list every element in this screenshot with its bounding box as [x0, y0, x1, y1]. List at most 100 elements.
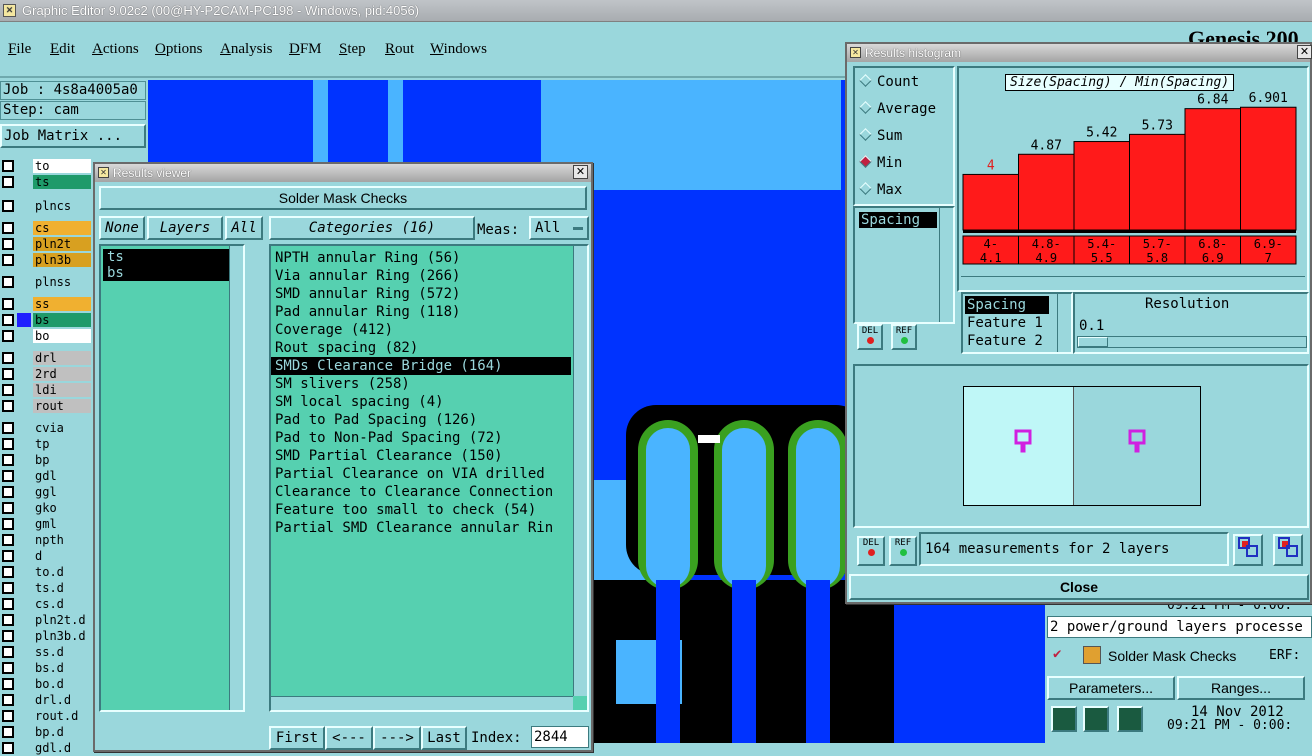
mode-radio-count[interactable]: Count: [859, 74, 919, 90]
field-listbox[interactable]: Spacing Feature 1 Feature 2: [961, 292, 1073, 354]
layer-checkbox[interactable]: [2, 550, 14, 562]
measure-item[interactable]: Spacing: [859, 212, 937, 228]
category-item[interactable]: Partial SMD Clearance annular Rin: [271, 519, 571, 537]
layer-checkbox[interactable]: [2, 534, 14, 546]
category-item[interactable]: Coverage (412): [271, 321, 571, 339]
first-button[interactable]: First: [269, 726, 325, 750]
menu-step[interactable]: Step: [339, 41, 366, 58]
layer-color-swatch[interactable]: [17, 367, 31, 381]
layer-row-bs[interactable]: bs: [0, 312, 92, 328]
field-item[interactable]: Spacing: [965, 296, 1049, 314]
layer-row-gml[interactable]: gml: [0, 516, 92, 532]
layer-checkbox[interactable]: [2, 238, 14, 250]
category-item[interactable]: SMDs Clearance Bridge (164): [271, 357, 571, 375]
field-scrollbar[interactable]: [1057, 294, 1071, 352]
layers-all-button[interactable]: All: [225, 216, 263, 240]
layer-color-swatch[interactable]: [17, 725, 31, 739]
layer-checkbox[interactable]: [2, 710, 14, 722]
layer-color-swatch[interactable]: [17, 533, 31, 547]
field-item[interactable]: Feature 2: [965, 332, 1069, 350]
layer-color-swatch[interactable]: [17, 597, 31, 611]
layer-row-bs-d[interactable]: bs.d: [0, 660, 92, 676]
del-button-2[interactable]: DEL: [857, 536, 885, 566]
layer-row-bp-d[interactable]: bp.d: [0, 724, 92, 740]
menu-actions[interactable]: Actions: [92, 41, 139, 58]
layer-color-swatch[interactable]: [17, 313, 31, 327]
close-icon[interactable]: ✕: [1297, 45, 1312, 59]
layer-checkbox[interactable]: [2, 222, 14, 234]
close-icon[interactable]: ✕: [573, 165, 588, 179]
mode-radio-sum[interactable]: Sum: [859, 128, 902, 144]
menu-analysis[interactable]: Analysis: [220, 41, 273, 58]
layer-checkbox[interactable]: [2, 598, 14, 610]
layer-color-swatch[interactable]: [17, 329, 31, 343]
layer-checkbox[interactable]: [2, 662, 14, 674]
layer-color-swatch[interactable]: [17, 159, 31, 173]
close-button[interactable]: Close: [849, 574, 1309, 600]
layer-checkbox[interactable]: [2, 486, 14, 498]
menu-file[interactable]: File: [8, 41, 31, 58]
category-item[interactable]: NPTH annular Ring (56): [271, 249, 571, 267]
layer-checkbox[interactable]: [2, 566, 14, 578]
layer-color-swatch[interactable]: [17, 661, 31, 675]
layer-checkbox[interactable]: [2, 454, 14, 466]
layer-row-2rd[interactable]: 2rd: [0, 366, 92, 382]
layer-row-drl-d[interactable]: drl.d: [0, 692, 92, 708]
check-icon[interactable]: ✔: [1053, 646, 1061, 662]
resolution-slider[interactable]: [1077, 336, 1307, 348]
last-button[interactable]: Last: [421, 726, 467, 750]
ranges-button[interactable]: Ranges...: [1177, 676, 1305, 700]
layer-checkbox[interactable]: [2, 200, 14, 212]
layer-checkbox[interactable]: [2, 438, 14, 450]
layer-color-swatch[interactable]: [17, 485, 31, 499]
layer-color-swatch[interactable]: [17, 175, 31, 189]
zoom-next-icon[interactable]: [1273, 534, 1303, 566]
category-item[interactable]: SMD Partial Clearance (150): [271, 447, 571, 465]
layer-checkbox[interactable]: [2, 384, 14, 396]
layer-checkbox[interactable]: [2, 176, 14, 188]
menu-rout[interactable]: Rout: [385, 41, 414, 58]
category-item[interactable]: Via annular Ring (266): [271, 267, 571, 285]
histogram-bar[interactable]: [1240, 106, 1297, 231]
parameters-button[interactable]: Parameters...: [1047, 676, 1175, 700]
layer-color-swatch[interactable]: [17, 275, 31, 289]
layer-row-ss[interactable]: ss: [0, 296, 92, 312]
layer-checkbox[interactable]: [2, 400, 14, 412]
layer-row-rout[interactable]: rout: [0, 398, 92, 414]
layer-color-swatch[interactable]: [17, 613, 31, 627]
layer-row-gdl[interactable]: gdl: [0, 468, 92, 484]
layer-checkbox[interactable]: [2, 160, 14, 172]
index-input[interactable]: 2844: [531, 726, 589, 748]
layer-row-cs-d[interactable]: cs.d: [0, 596, 92, 612]
layer-row-gko[interactable]: gko: [0, 500, 92, 516]
layer-checkbox[interactable]: [2, 726, 14, 738]
run-icon[interactable]: [1051, 706, 1077, 732]
histogram-bar[interactable]: [1129, 133, 1186, 231]
category-item[interactable]: Rout spacing (82): [271, 339, 571, 357]
layers-none-button[interactable]: None: [99, 216, 145, 240]
layer-row-to-d[interactable]: to.d: [0, 564, 92, 580]
layer-list-item[interactable]: bs: [103, 265, 241, 281]
layer-color-swatch[interactable]: [17, 693, 31, 707]
next-button[interactable]: --->: [373, 726, 421, 750]
layer-color-swatch[interactable]: [17, 581, 31, 595]
layer-row-bp[interactable]: bp: [0, 452, 92, 468]
layer-row-plnss[interactable]: plnss: [0, 274, 92, 290]
layer-checkbox[interactable]: [2, 678, 14, 690]
layer-color-swatch[interactable]: [17, 421, 31, 435]
layer-color-swatch[interactable]: [17, 399, 31, 413]
layer-checkbox[interactable]: [2, 694, 14, 706]
mode-radio-max[interactable]: Max: [859, 182, 902, 198]
category-item[interactable]: Clearance to Clearance Connection: [271, 483, 571, 501]
ref-button[interactable]: REF: [891, 324, 917, 350]
layer-color-swatch[interactable]: [17, 565, 31, 579]
prev-button[interactable]: <---: [325, 726, 373, 750]
category-item[interactable]: SM slivers (258): [271, 375, 571, 393]
zoom-prev-icon[interactable]: [1233, 534, 1263, 566]
ref-button-2[interactable]: REF: [889, 536, 917, 566]
layer-row-d[interactable]: d: [0, 548, 92, 564]
layer-row-pln2t-d[interactable]: pln2t.d: [0, 612, 92, 628]
category-item[interactable]: Pad annular Ring (118): [271, 303, 571, 321]
layer-row-pln3b-d[interactable]: pln3b.d: [0, 628, 92, 644]
histogram-bar[interactable]: [1184, 108, 1241, 231]
